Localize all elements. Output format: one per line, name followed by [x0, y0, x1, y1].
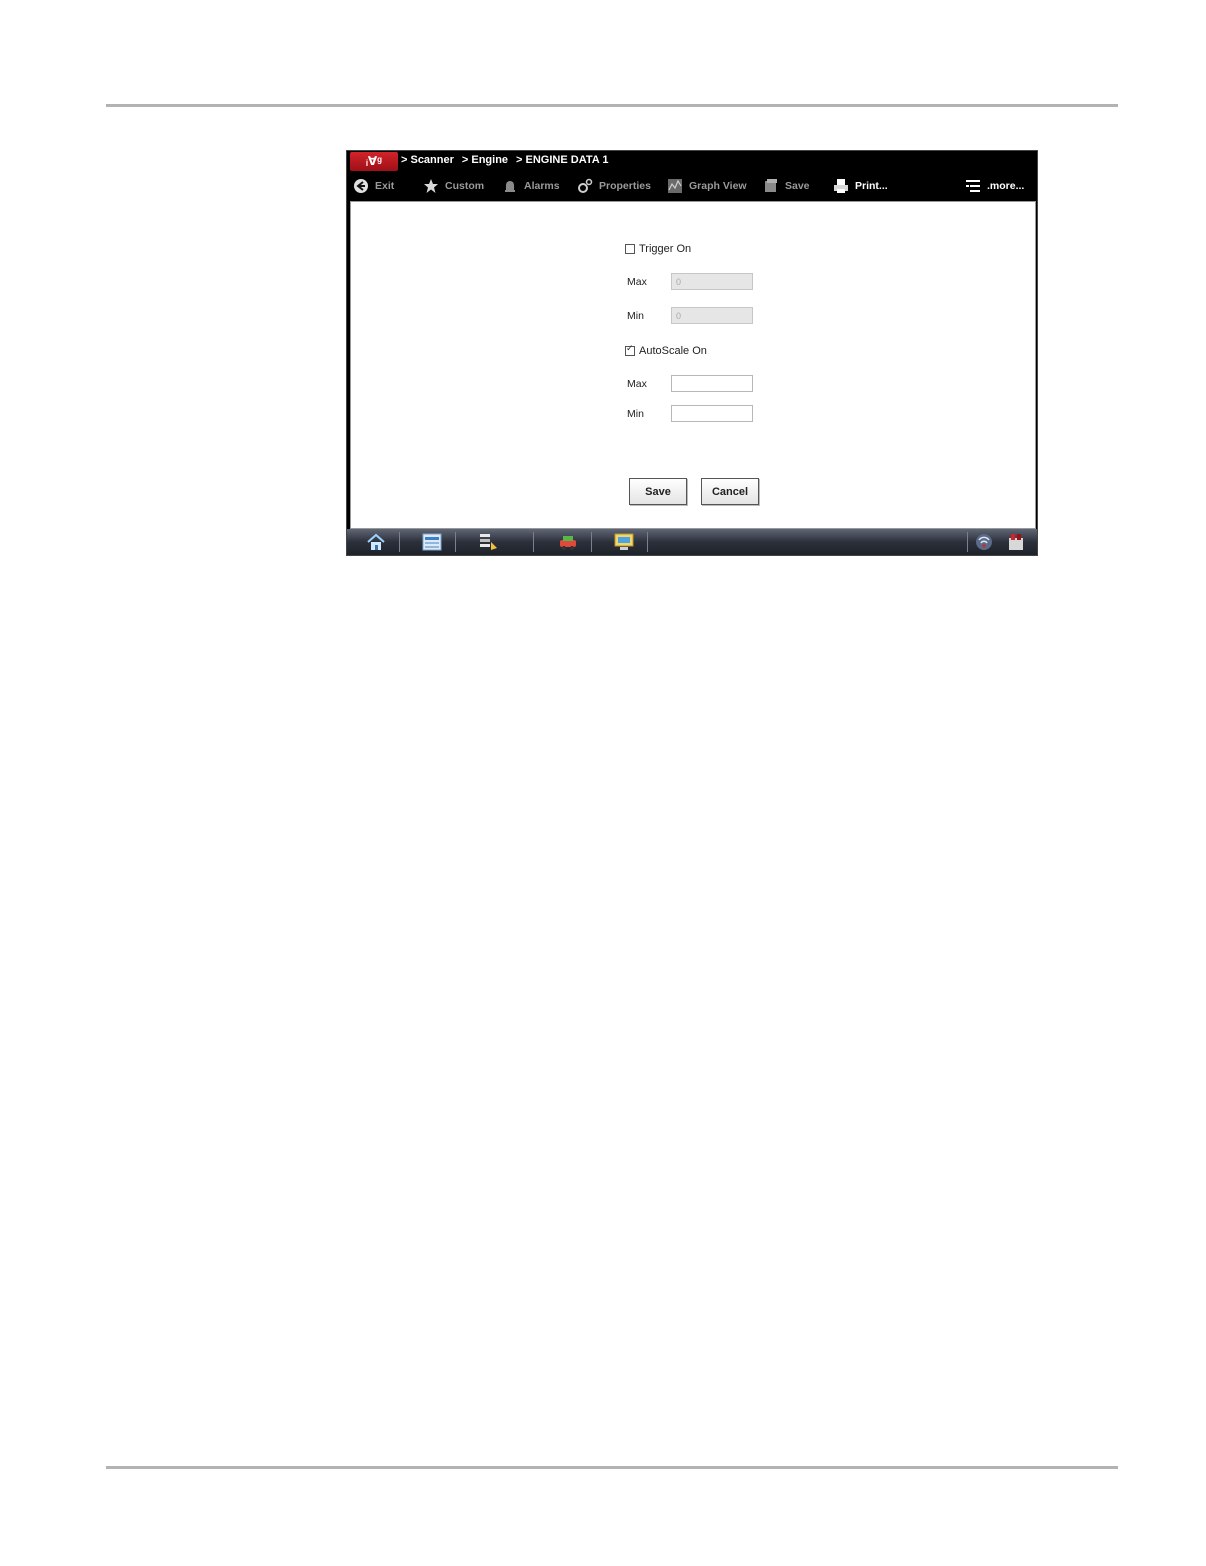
print-label: Print... [855, 180, 888, 192]
bell-icon [505, 181, 515, 192]
taskbar-separator [647, 532, 648, 552]
autoscale-min-label: Min [627, 408, 644, 420]
cancel-button[interactable]: Cancel [701, 478, 759, 505]
breadcrumb: > Scanner > Engine > ENGINE DATA 1 [401, 154, 608, 166]
trigger-settings-panel: Trigger On Max Min AutoScale On Max Min … [350, 201, 1036, 529]
brand-logo[interactable]: ᵢ∀ᵍ [350, 152, 398, 171]
autoscale-max-label: Max [627, 378, 647, 390]
autoscale-on-row[interactable]: AutoScale On [625, 343, 707, 357]
back-arrow-icon [354, 179, 368, 193]
trigger-on-label: Trigger On [639, 243, 692, 255]
trigger-min-field[interactable] [671, 307, 753, 324]
breadcrumb-scanner[interactable]: > Scanner [401, 154, 454, 166]
home-icon[interactable] [365, 532, 387, 552]
alarms-button[interactable]: Alarms [502, 175, 560, 197]
custom-label: Custom [445, 180, 485, 192]
trigger-max-field[interactable] [671, 273, 753, 290]
taskbar-separator [399, 532, 400, 552]
trigger-min-label: Min [627, 310, 644, 322]
autoscale-on-label: AutoScale On [639, 345, 707, 357]
taskbar [347, 529, 1037, 555]
wireless-icon[interactable] [973, 532, 995, 552]
printer-icon [834, 179, 848, 193]
trigger-max-label: Max [627, 276, 647, 288]
more-label: .more... [987, 180, 1025, 192]
page-header-rule [106, 104, 1118, 107]
gears-icon [578, 178, 593, 193]
star-icon [424, 179, 438, 193]
graph-view-button[interactable]: Graph View [667, 175, 747, 197]
taskbar-separator [967, 532, 968, 552]
page-footer-rule [106, 1466, 1118, 1469]
breadcrumb-engine[interactable]: > Engine [462, 154, 508, 166]
exit-label: Exit [375, 180, 395, 192]
graph-icon [668, 179, 682, 193]
vehicle-icon[interactable] [557, 532, 579, 552]
data-list-icon[interactable] [477, 532, 499, 552]
graph-view-label: Graph View [689, 180, 747, 192]
scanner-screen: ᵢ∀ᵍ > Scanner > Engine > ENGINE DATA 1 E… [346, 150, 1038, 556]
save-toolbar-button[interactable]: Save [763, 175, 810, 197]
title-bar: ᵢ∀ᵍ > Scanner > Engine > ENGINE DATA 1 [347, 151, 1037, 173]
trigger-on-row[interactable]: Trigger On [625, 243, 691, 255]
taskbar-separator [591, 532, 592, 552]
save-toolbar-label: Save [785, 180, 810, 192]
taskbar-separator [455, 532, 456, 552]
trigger-on-checkbox[interactable] [625, 244, 635, 254]
scanner-window-icon[interactable] [421, 532, 443, 552]
autoscale-max-field[interactable] [671, 375, 753, 392]
more-button[interactable]: .more... [965, 175, 1024, 197]
taskbar-separator [533, 532, 534, 552]
tools-icon[interactable] [1005, 532, 1027, 552]
autoscale-on-checkbox[interactable] [625, 343, 635, 356]
save-button[interactable]: Save [629, 478, 687, 505]
save-icon [765, 179, 777, 192]
properties-button[interactable]: Properties [577, 175, 651, 197]
print-button[interactable]: Print... [833, 175, 888, 197]
exit-button[interactable]: Exit [353, 175, 394, 197]
breadcrumb-engine-data: > ENGINE DATA 1 [516, 154, 609, 166]
properties-label: Properties [599, 180, 651, 192]
monitor-icon[interactable] [613, 532, 635, 552]
autoscale-min-field[interactable] [671, 405, 753, 422]
alarms-label: Alarms [524, 180, 560, 192]
menu-list-icon [966, 180, 980, 192]
custom-button[interactable]: Custom [423, 175, 484, 197]
toolbar: Exit Custom Alarms Properties Graph View… [347, 173, 1037, 201]
